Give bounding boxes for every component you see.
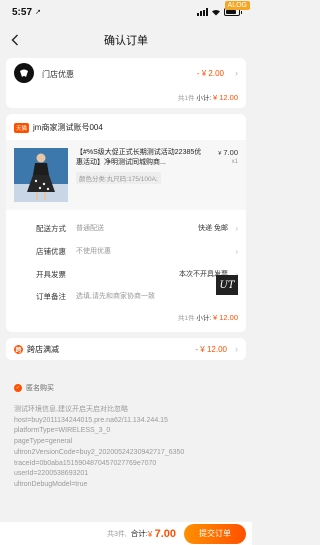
shop-summary: 共1件 小计: ¥ 12.00	[178, 312, 238, 322]
order-note-row: 订单备注 选填,请先和商家协商一致	[36, 289, 210, 303]
price-value: 7.00	[223, 148, 238, 157]
row-key: 订单备注	[36, 291, 66, 301]
summary-amount: ¥ 12.00	[212, 313, 238, 322]
checkbox-checked-icon[interactable]: ✓	[14, 384, 22, 392]
shop-header[interactable]: 天猫 jm商家测试账号004	[14, 122, 103, 133]
order-note-input[interactable]: 选填,请先和商家协商一致	[76, 291, 210, 301]
chevron-left-icon	[11, 34, 18, 46]
total-value: 7.00	[154, 527, 176, 540]
row-value: 不使用优惠	[76, 248, 111, 255]
summary-count: 共1件	[177, 315, 195, 322]
debug-info: 测试环境信息,建议开启天启对比忽略 host=buy2011134244015.…	[14, 405, 244, 491]
chevron-right-icon: ›	[235, 246, 238, 256]
invoice-row[interactable]: 开具发票 本次不开具发票 ›	[36, 267, 238, 281]
nav-bar: 确认订单	[0, 24, 252, 56]
submit-order-button[interactable]: 提交订单	[184, 523, 246, 544]
debug-line: pageType=general	[14, 438, 73, 446]
debug-line: platformType=WIRELESS_3_0	[14, 427, 111, 435]
cross-store-label: 跨店满减	[27, 344, 59, 354]
total-amount: ¥ 7.00	[148, 528, 176, 540]
chevron-right-icon: ›	[235, 344, 238, 354]
summary-label: 小计:	[196, 315, 212, 322]
cross-store-icon: 跨	[14, 344, 23, 354]
store-promo-summary: 共1件 小计: ¥ 12.00	[178, 92, 238, 102]
debug-line: userId=2200538693201	[14, 470, 89, 478]
debug-line: traceId=0b0aba1515904870457027769e7070	[14, 459, 157, 467]
shop-name: jm商家测试账号004	[33, 123, 103, 132]
order-item[interactable]: 【#%S级大促正式长期测试活动22385优惠活动】净明测试同城购商... 颜色分…	[6, 140, 246, 210]
anonymous-label: 匿名购买	[26, 385, 54, 392]
row-key: 开具发票	[36, 269, 66, 279]
debug-line: ultronDebugModel=true	[14, 480, 88, 488]
back-button[interactable]	[8, 32, 22, 48]
store-promo-card: 门店优惠 - ¥ 2.00 › 共1件 小计: ¥ 12.00	[6, 58, 246, 108]
row-key: 店铺优惠	[36, 246, 66, 256]
store-promo-label: 门店优惠	[42, 70, 74, 79]
wifi-icon	[212, 9, 220, 16]
product-title: 【#%S级大促正式长期测试活动22385优惠活动】净明测试同城购商...	[76, 149, 202, 166]
page-title: 确认订单	[104, 35, 148, 47]
summary-label: 小计:	[196, 95, 212, 102]
product-sku: 颜色分类:丸尺码:175/100A;	[76, 172, 161, 184]
debug-line: 测试环境信息,建议开启天启对比忽略	[14, 406, 128, 413]
store-logo-icon	[14, 63, 34, 83]
debug-line: host=buy2011134244015.pre.na62/11.134.24…	[14, 416, 168, 424]
price-currency: ¥	[218, 151, 222, 157]
ut-logo[interactable]: UT	[216, 275, 238, 295]
cross-store-discount: - ¥ 12.00	[195, 344, 227, 354]
shop-coupon-row[interactable]: 店铺优惠 不使用优惠 ›	[36, 244, 238, 258]
delivery-method-row[interactable]: 配送方式 普通配送 快递 免邮 ›	[36, 221, 238, 235]
row-key: 配送方式	[36, 223, 66, 233]
total-label: 合计:	[130, 529, 148, 538]
location-arrow-icon: ↗	[35, 9, 41, 16]
cellular-signal-icon	[197, 8, 208, 16]
row-right: 快递 免邮	[198, 225, 228, 232]
summary-count: 共1件	[177, 95, 195, 102]
total-currency: ¥	[147, 529, 153, 539]
total-count: 共3件,	[106, 530, 127, 538]
shop-order-card: 天猫 jm商家测试账号004 【#%S级大促正式长期测试活动22385优惠活动】…	[6, 114, 246, 332]
store-promo-discount[interactable]: - ¥ 2.00	[197, 69, 224, 78]
anonymous-purchase-option[interactable]: ✓ 匿名购买	[14, 383, 54, 393]
alog-badge[interactable]: ALOG	[224, 1, 250, 10]
summary-amount: ¥ 12.00	[212, 93, 238, 102]
chevron-right-icon: ›	[235, 223, 238, 233]
row-value: 普通配送	[76, 225, 104, 232]
product-quantity: x1	[231, 159, 238, 165]
status-time: 5:57	[12, 6, 33, 18]
product-image[interactable]	[14, 148, 68, 202]
chevron-right-icon[interactable]: ›	[235, 68, 238, 78]
cross-store-discount-row[interactable]: 跨 跨店满减 - ¥ 12.00 ›	[6, 338, 246, 360]
debug-line: ultron2VersionCode=buy2_2020052423094271…	[14, 448, 185, 456]
checkout-bar: 共3件, 合计: ¥ 7.00 提交订单	[0, 522, 252, 545]
status-bar: 5:57 ↗ ALOG	[0, 0, 252, 24]
tmall-badge: 天猫	[14, 122, 30, 133]
product-price: ¥ 7.00	[218, 148, 238, 157]
